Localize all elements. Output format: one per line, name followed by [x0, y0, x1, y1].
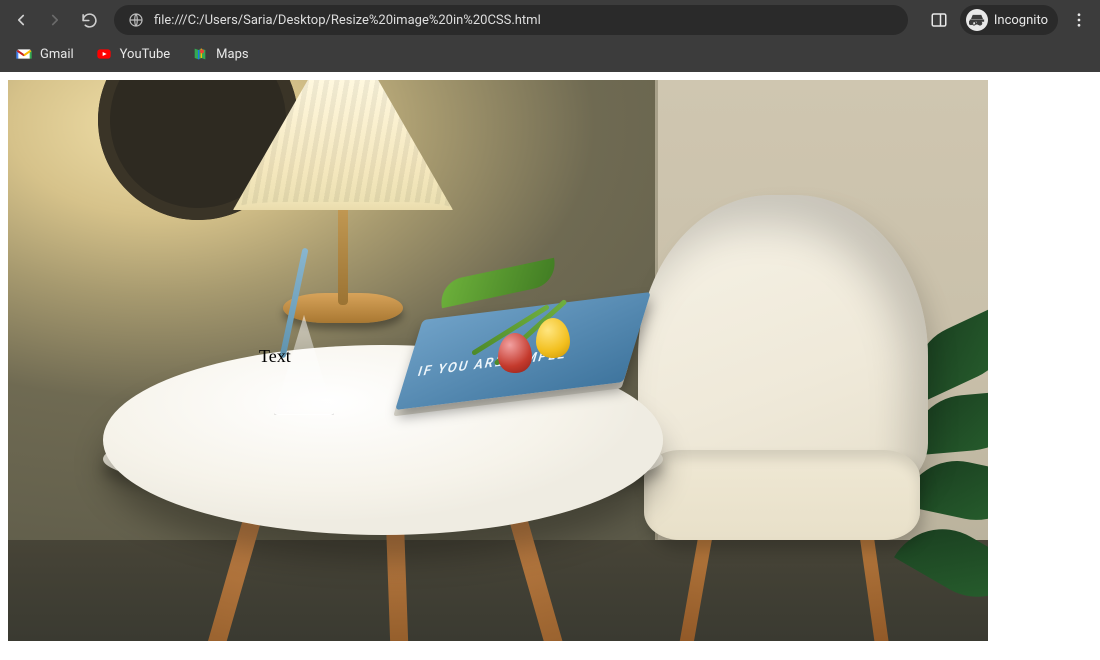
bookmark-label: YouTube — [120, 47, 171, 62]
forward-button[interactable] — [40, 5, 70, 35]
page-viewport[interactable]: IF YOU ARE SIMPLE Text — [0, 72, 1100, 656]
resized-image: IF YOU ARE SIMPLE Text — [8, 80, 988, 641]
browser-chrome: file:///C:/Users/Saria/Desktop/Resize%20… — [0, 0, 1100, 72]
maps-icon — [192, 46, 208, 62]
bookmarks-bar: Gmail YouTube Maps — [0, 40, 1100, 72]
bookmark-label: Maps — [216, 47, 248, 62]
bookmark-gmail[interactable]: Gmail — [6, 42, 84, 66]
gmail-icon — [16, 46, 32, 62]
reload-button[interactable] — [74, 5, 104, 35]
bookmark-youtube[interactable]: YouTube — [86, 42, 181, 66]
tulip-yellow — [536, 318, 570, 358]
chair — [618, 195, 948, 635]
toolbar: file:///C:/Users/Saria/Desktop/Resize%20… — [0, 0, 1100, 40]
address-bar[interactable]: file:///C:/Users/Saria/Desktop/Resize%20… — [114, 5, 908, 35]
incognito-chip[interactable]: Incognito — [960, 5, 1058, 35]
photo-illustration: IF YOU ARE SIMPLE — [8, 80, 988, 641]
incognito-label: Incognito — [994, 13, 1048, 28]
tulip-red — [498, 333, 532, 373]
url-text: file:///C:/Users/Saria/Desktop/Resize%20… — [154, 13, 541, 28]
toolbar-right: Incognito — [918, 5, 1094, 35]
youtube-icon — [96, 46, 112, 62]
back-button[interactable] — [6, 5, 36, 35]
globe-icon — [128, 12, 144, 28]
bookmark-label: Gmail — [40, 47, 74, 62]
kebab-menu-button[interactable] — [1064, 5, 1094, 35]
spacer — [8, 641, 1092, 656]
overlay-text: Text — [259, 346, 291, 367]
bookmark-maps[interactable]: Maps — [182, 42, 258, 66]
pen-stand — [264, 315, 344, 425]
page-body: IF YOU ARE SIMPLE Text — [0, 72, 1100, 656]
side-panel-button[interactable] — [924, 5, 954, 35]
incognito-icon — [966, 9, 988, 31]
